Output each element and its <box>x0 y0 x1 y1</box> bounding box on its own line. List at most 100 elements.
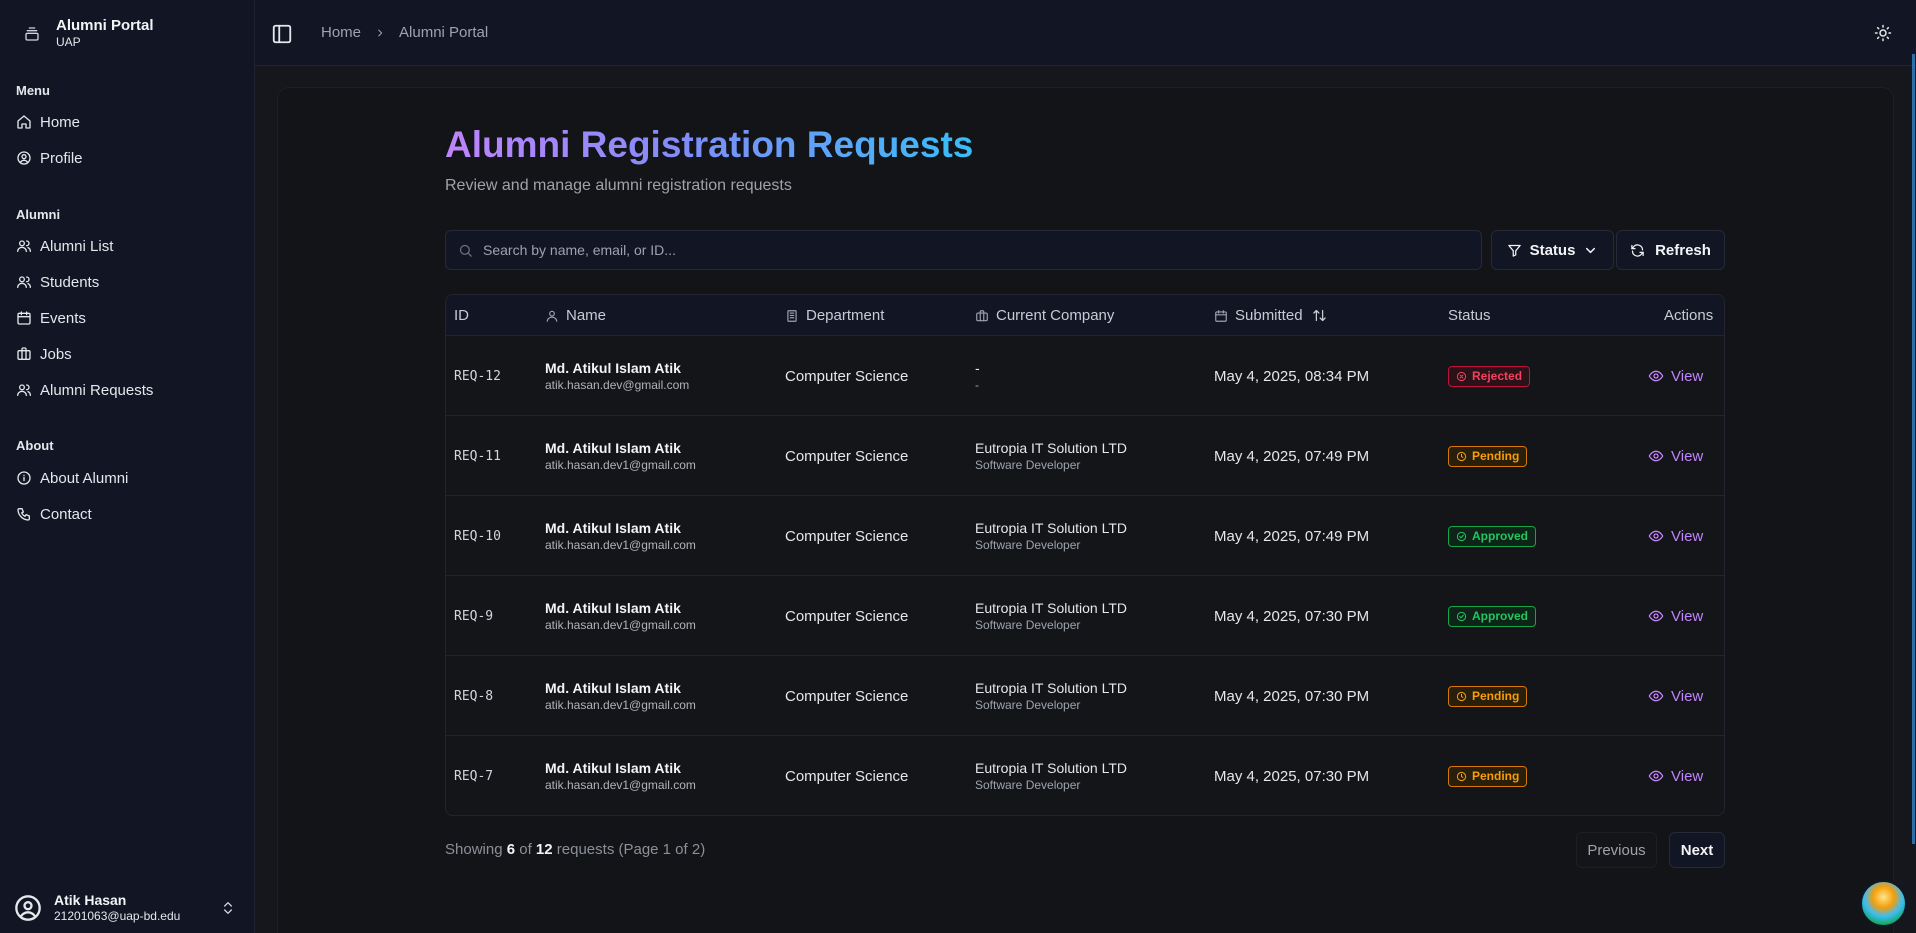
search-input[interactable] <box>483 242 1481 258</box>
brand-subtitle: UAP <box>56 35 81 49</box>
user-menu[interactable]: Atik Hasan 21201063@uap-bd.edu <box>14 888 246 928</box>
floating-avatar[interactable] <box>1860 880 1907 927</box>
company-cell: Eutropia IT Solution LTD Software Develop… <box>975 576 1127 656</box>
refresh-button[interactable]: Refresh <box>1616 230 1725 270</box>
view-button[interactable]: View <box>1648 448 1703 465</box>
sidebar-item-label: Events <box>40 309 86 327</box>
sidebar-item-students[interactable]: Students <box>8 266 246 298</box>
applicant-email: atik.hasan.dev1@gmail.com <box>545 698 696 712</box>
column-header-company: Current Company <box>975 295 1114 336</box>
previous-page-button[interactable]: Previous <box>1576 832 1657 868</box>
company-cell: -- <box>975 336 980 416</box>
request-id: REQ-10 <box>454 528 501 544</box>
scrollbar[interactable] <box>1912 54 1915 844</box>
sidebar-item-label: Contact <box>40 505 92 523</box>
column-header-actions: Actions <box>1664 307 1714 324</box>
search-icon <box>459 244 472 257</box>
company-cell: Eutropia IT Solution LTD Software Develop… <box>975 656 1127 736</box>
applicant-cell: Md. Atikul Islam Atik atik.hasan.dev1@gma… <box>545 736 696 815</box>
submitted-date: May 4, 2025, 07:49 PM <box>1214 527 1370 545</box>
breadcrumb-home[interactable]: Home <box>321 24 361 41</box>
department: Computer Science <box>785 367 909 385</box>
group-label-menu: Menu <box>16 83 50 98</box>
sidebar-item-jobs[interactable]: Jobs <box>8 338 246 370</box>
calendar-icon <box>1215 309 1227 322</box>
sidebar: Alumni Portal UAP Menu Home Profile Alum… <box>0 0 255 933</box>
shown-count: 6 <box>506 841 516 858</box>
brand[interactable]: Alumni Portal UAP <box>20 17 154 50</box>
applicant-cell: Md. Atikul Islam Atik atik.hasan.dev1@gma… <box>545 576 696 656</box>
status-badge: Pending <box>1448 765 1528 787</box>
eye-icon <box>1648 770 1664 782</box>
clock-icon <box>1456 771 1467 781</box>
applicant-name: Md. Atikul Islam Atik <box>545 680 681 696</box>
user-name: Atik Hasan <box>54 892 127 908</box>
sidebar-item-label: Students <box>40 273 100 291</box>
briefcase-icon <box>17 347 31 360</box>
sidebar-item-home[interactable]: Home <box>8 106 246 138</box>
table-row: REQ-9 Md. Atikul Islam Atik atik.hasan.dev… <box>446 576 1724 656</box>
breadcrumb-current: Alumni Portal <box>399 24 489 41</box>
status-filter-button[interactable]: Status <box>1491 230 1614 270</box>
sidebar-item-label: Home <box>40 113 81 131</box>
view-button[interactable]: View <box>1648 528 1703 545</box>
status-badge: Approved <box>1448 525 1537 547</box>
gallery-stack-icon <box>20 22 44 46</box>
sidebar-item-contact[interactable]: Contact <box>8 498 246 530</box>
status-badge: Pending <box>1448 445 1528 467</box>
sort-arrows-icon[interactable] <box>1312 308 1327 323</box>
refresh-icon <box>1631 243 1644 257</box>
next-page-button[interactable]: Next <box>1669 832 1725 868</box>
view-button[interactable]: View <box>1648 768 1703 785</box>
request-id: REQ-12 <box>454 368 501 384</box>
brand-title: Alumni Portal <box>56 17 154 34</box>
department: Computer Science <box>785 527 909 545</box>
pagination-summary: Showing 6 of 12 requests (Page 1 of 2) <box>445 841 706 858</box>
submitted-date: May 4, 2025, 07:30 PM <box>1214 687 1370 705</box>
request-id: REQ-8 <box>454 688 494 704</box>
briefcase-icon <box>976 309 988 321</box>
check-circle-icon <box>1456 611 1467 621</box>
view-button[interactable]: View <box>1648 608 1703 625</box>
job-position: Software Developer <box>975 458 1081 472</box>
sidebar-item-label: About Alumni <box>40 469 129 487</box>
status-filter-label: Status <box>1529 241 1576 259</box>
applicant-name: Md. Atikul Islam Atik <box>545 440 681 456</box>
clock-icon <box>1456 451 1467 461</box>
table-row: REQ-11 Md. Atikul Islam Atik atik.hasan.de… <box>446 416 1724 496</box>
status-badge: Approved <box>1448 605 1537 627</box>
department: Computer Science <box>785 767 909 785</box>
applicant-cell: Md. Atikul Islam Atik atik.hasan.dev@gmai… <box>545 336 689 416</box>
request-id: REQ-9 <box>454 608 494 624</box>
user-icon <box>546 310 558 322</box>
sun-icon[interactable] <box>1874 24 1892 42</box>
sidebar-item-alumni-list[interactable]: Alumni List <box>8 230 246 262</box>
chevron-down-icon <box>1586 247 1596 253</box>
chevron-right-icon <box>378 29 383 36</box>
request-id: REQ-11 <box>454 448 501 464</box>
sidebar-item-events[interactable]: Events <box>8 302 246 334</box>
company-cell: Eutropia IT Solution LTD Software Develop… <box>975 496 1127 576</box>
applicant-email: atik.hasan.dev1@gmail.com <box>545 618 696 632</box>
sidebar-item-profile[interactable]: Profile <box>8 142 246 174</box>
company-cell: Eutropia IT Solution LTD Software Develop… <box>975 416 1127 496</box>
user-email: 21201063@uap-bd.edu <box>54 909 181 923</box>
company-name: Eutropia IT Solution LTD <box>975 680 1128 696</box>
company-name: Eutropia IT Solution LTD <box>975 760 1128 776</box>
company-name: - <box>975 360 980 376</box>
search-box <box>445 230 1482 270</box>
job-position: - <box>975 378 979 392</box>
sidebar-item-alumni-requests[interactable]: Alumni Requests <box>8 374 246 406</box>
check-circle-icon <box>1456 531 1467 541</box>
sidebar-toggle-icon[interactable] <box>271 23 293 45</box>
group-label-alumni: Alumni <box>16 207 61 222</box>
sidebar-item-label: Alumni List <box>40 237 114 255</box>
sidebar-item-about-alumni[interactable]: About Alumni <box>8 462 246 494</box>
applicant-name: Md. Atikul Islam Atik <box>545 520 681 536</box>
view-button[interactable]: View <box>1648 688 1703 705</box>
submitted-date: May 4, 2025, 07:49 PM <box>1214 447 1370 465</box>
view-button[interactable]: View <box>1648 368 1703 385</box>
company-name: Eutropia IT Solution LTD <box>975 520 1128 536</box>
column-header-id: ID <box>454 307 469 324</box>
requests-table: ID Name Department Current Company Submi… <box>445 294 1725 816</box>
